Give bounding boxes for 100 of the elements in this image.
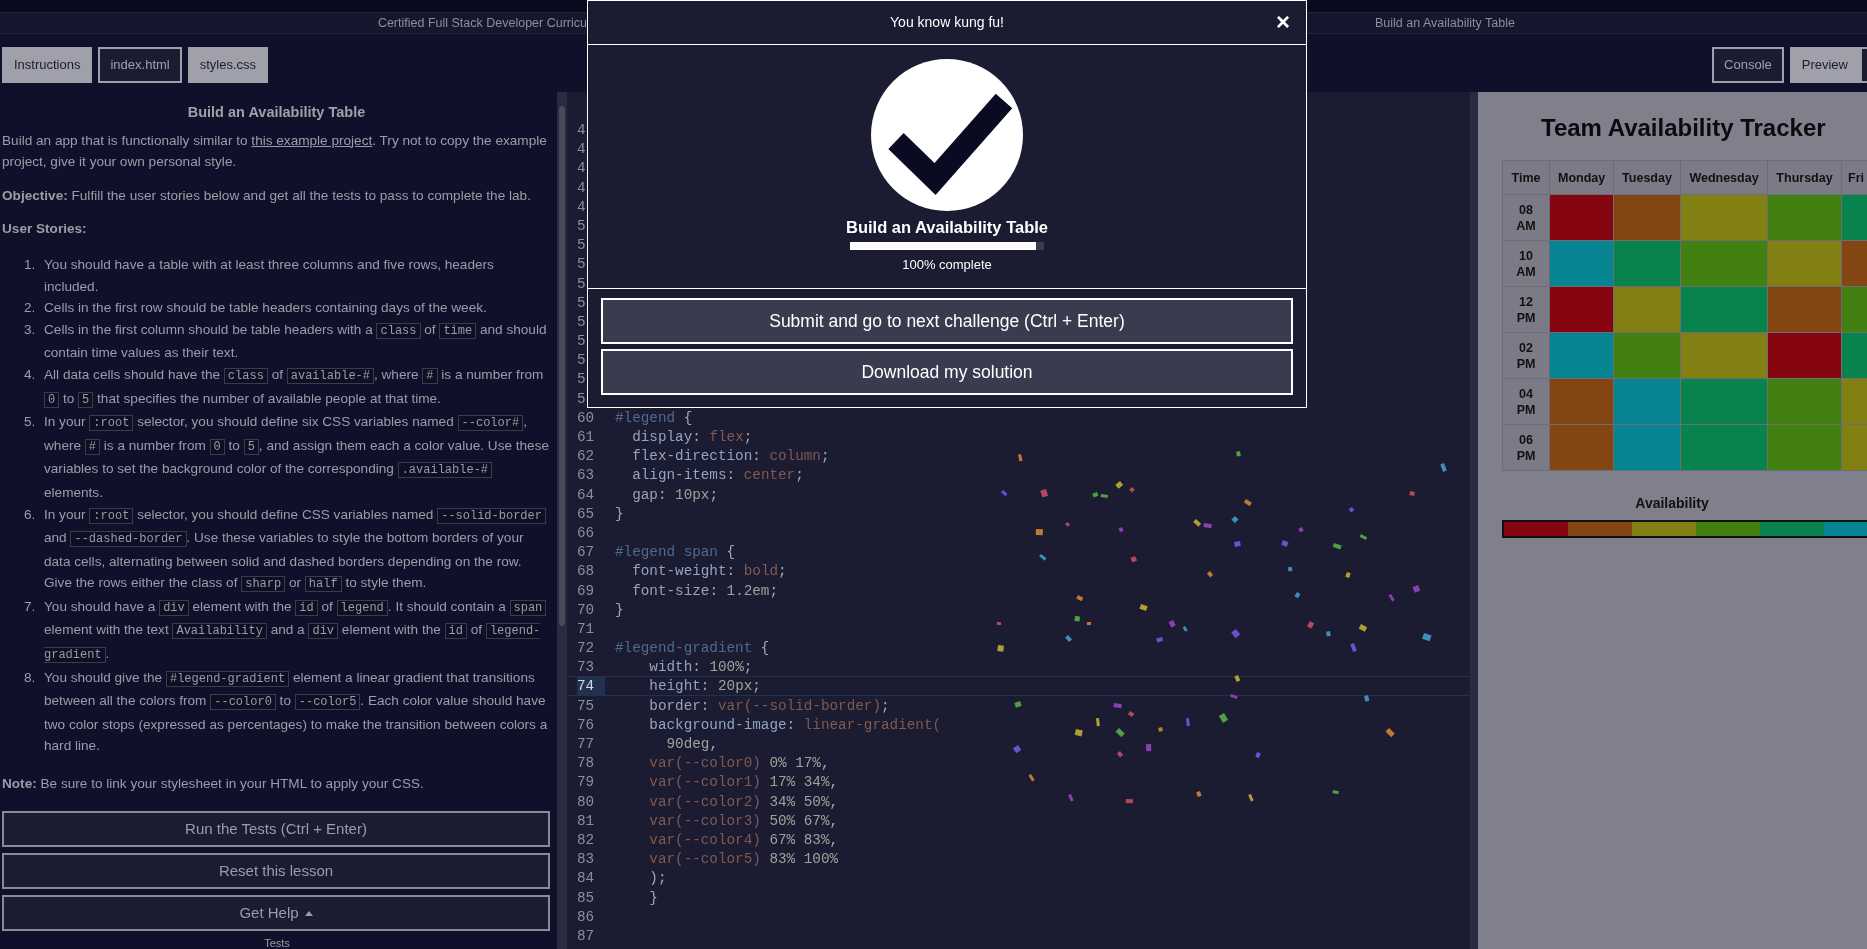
progress-text: 100% complete — [902, 256, 992, 274]
line-number: 75 — [577, 696, 596, 714]
section-label: Tests — [263, 936, 291, 949]
code-line: width: 100%; — [648, 658, 753, 676]
code-line: } — [615, 504, 624, 522]
list-number: 1. — [24, 255, 37, 274]
breadcrumb-text: Certified Full Stack Developer Curricu — [376, 14, 587, 32]
line-number: 79 — [577, 773, 596, 791]
code-line: var(--color4) 67% 83%, — [648, 830, 839, 849]
code-line: var(--color2) 34% 50%, — [648, 792, 839, 810]
page-heading: Team Availability Tracker — [1541, 113, 1827, 143]
line-number: 69 — [577, 581, 596, 599]
line-number: 82 — [577, 830, 596, 849]
list-number: 8. — [24, 668, 37, 687]
line-number: 4 — [577, 121, 587, 139]
line-number: 65 — [577, 504, 596, 522]
code-line: var(--color3) 50% 67%, — [648, 811, 839, 829]
line-number: 85 — [577, 888, 596, 906]
instruction-paragraph: Objective: Fulfill the user stories below and get all the tests to pass to complete the lab. — [2, 186, 532, 205]
line-number: 87 — [577, 926, 596, 945]
line-number: 73 — [577, 658, 596, 676]
line-number: 64 — [577, 485, 596, 503]
line-number: 5 — [577, 312, 587, 331]
row-header: 06 PM — [1502, 424, 1550, 471]
code-line: var(--color5) 83% 100% — [648, 850, 839, 868]
code-line: font-size: 1.2em; — [631, 581, 779, 599]
line-number: 78 — [577, 754, 596, 772]
line-number: 77 — [577, 735, 596, 753]
line-number: 5 — [577, 389, 587, 407]
row-header: 10 AM — [1502, 240, 1550, 287]
instructions-title: Build an Availability Table — [186, 103, 367, 122]
code-line: var(--color0) 0% 17%, — [648, 754, 830, 772]
breadcrumb-text: Build an Availability Table — [1375, 14, 1515, 32]
code-line: } — [648, 888, 658, 906]
line-number: 70 — [577, 600, 596, 618]
line-number: 4 — [577, 178, 587, 196]
code-line: align-items: center; — [631, 466, 804, 484]
column-header: Monday — [1549, 160, 1614, 195]
line-number: 5 — [577, 293, 587, 311]
column-header: Fri — [1841, 160, 1867, 195]
code-line: background-image: linear-gradient( — [648, 715, 942, 733]
line-number: 5 — [577, 370, 587, 388]
tab[interactable]: index.html — [98, 47, 182, 83]
challenge-title: Build an Availability Table — [846, 217, 1048, 238]
line-number: 86 — [577, 907, 596, 925]
check-circle-icon — [871, 59, 1023, 211]
code-line: display: flex; — [631, 428, 753, 446]
line-number: 81 — [577, 811, 596, 829]
action-button[interactable]: Run the Tests (Ctrl + Enter) — [2, 810, 550, 847]
user-story-text: In your :root selector, you should define CSS variables named --solid-border and --dashed-border . Use these variables to style the bottom borders of your data cells, alternating between solid and dashed borders depending on the row. Give the rows either the class of sharp or half to style them. — [44, 503, 551, 596]
line-number: 4 — [577, 159, 587, 177]
line-number: 63 — [577, 466, 596, 484]
line-number: 76 — [577, 715, 596, 733]
row-header: 08 AM — [1502, 194, 1550, 241]
scrollbar[interactable] — [557, 92, 567, 949]
line-number: 5 — [577, 332, 587, 350]
code-line: ); — [648, 869, 667, 887]
code-line: #legend-gradient { — [615, 639, 770, 657]
user-story-text: You should have a table with at least three columns and five rows, headers included. — [44, 255, 495, 296]
column-header: Wednesday — [1680, 160, 1768, 195]
user-story-text: You should give the #legend-gradient element a linear gradient that transitions between all the colors from --color0 to --color5 . Each color value should have two color stops (expressed as percentages) to make the transition between colors a hard line. — [44, 668, 549, 756]
instruction-paragraph: Note: Be sure to link your stylesheet in your HTML to apply your CSS. — [2, 775, 425, 794]
code-line: flex-direction: column; — [631, 447, 830, 465]
user-story-text: All data cells should have the class of available-# , where # is a number from 0 to 5 that specifies the number of available people at that time. — [44, 365, 545, 410]
code-line: #legend { — [615, 408, 693, 426]
user-story-text: Cells in the first column should be table headers with a class of time and should contain time values as their text. — [44, 320, 548, 363]
user-story-text: In your :root selector, you should define six CSS variables named --color# , where # is a number from 0 to 5 , and assign them each a color value. Use these variables to set the background color of the corresponding .available-# elements. — [44, 413, 551, 502]
code-line: height: 20px; — [648, 677, 761, 695]
line-number: 5 — [577, 274, 587, 292]
code-line: font-weight: bold; — [631, 562, 787, 580]
tab[interactable]: Instructions — [2, 47, 93, 83]
line-number: 5 — [577, 255, 587, 273]
modal-title: You know kung fu! — [890, 13, 1004, 32]
close-button[interactable]: × — [1272, 8, 1294, 36]
line-number: 68 — [577, 562, 596, 580]
column-header: Tuesday — [1613, 160, 1681, 195]
code-line: } — [615, 600, 624, 618]
tab[interactable]: Console — [1712, 47, 1784, 83]
tab[interactable]: styles.css — [187, 47, 269, 83]
modal-button[interactable]: Submit and go to next challenge (Ctrl + Enter) — [601, 298, 1293, 344]
modal-button[interactable]: Download my solution — [601, 349, 1293, 395]
action-button[interactable]: Reset this lesson — [2, 852, 550, 889]
tab[interactable] — [1860, 47, 1867, 83]
line-number: 67 — [577, 543, 596, 561]
line-number: 60 — [577, 408, 596, 426]
line-number: 5 — [577, 216, 587, 235]
line-number: 80 — [577, 792, 596, 810]
code-line: 90deg, — [665, 735, 718, 753]
line-number: 66 — [577, 523, 596, 542]
action-button[interactable]: Get Help — [2, 894, 550, 931]
line-number: 5 — [577, 236, 587, 254]
column-header: Time — [1502, 160, 1550, 195]
code-line: border: var(--solid-border); — [648, 696, 890, 714]
code-line: var(--color1) 17% 34%, — [648, 773, 839, 791]
code-line: #legend span { — [615, 543, 736, 561]
column-header: Thursday — [1767, 160, 1842, 195]
line-number: 84 — [577, 869, 596, 887]
tab[interactable]: Preview — [1789, 47, 1860, 83]
row-header: 04 PM — [1502, 378, 1550, 425]
section-heading: User Stories: — [2, 220, 88, 239]
